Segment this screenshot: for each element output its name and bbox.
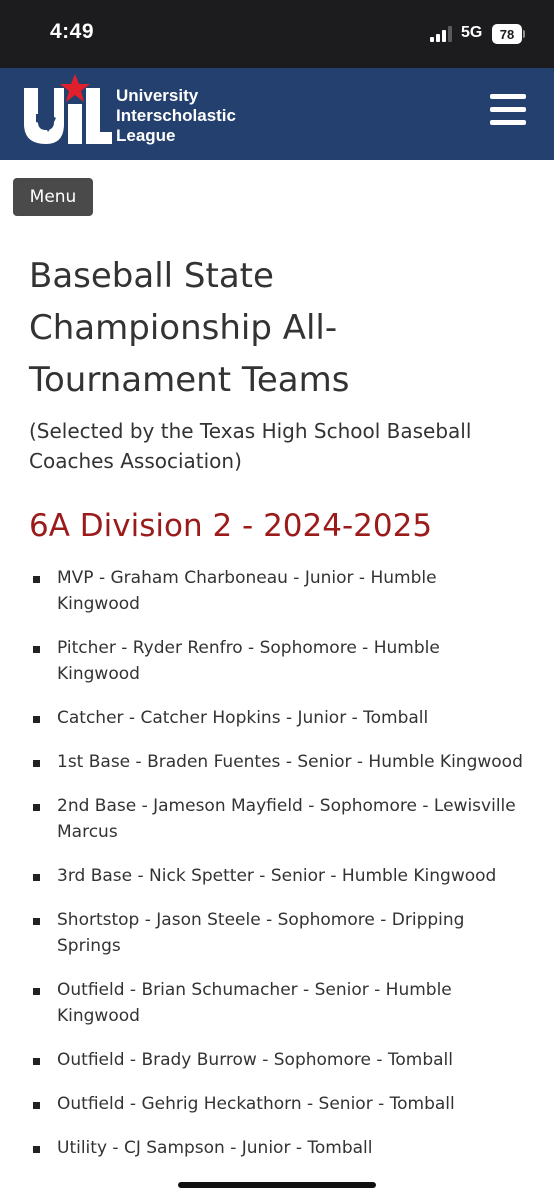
list-item-line: Catcher - Catcher Hopkins - Junior - Tom… [57,708,429,728]
bullet-icon [33,1058,40,1065]
list-item-line: Kingwood [57,594,140,614]
logo-line-league: League [116,126,176,145]
list-item-line: Springs [57,936,121,956]
list-item-text: MVP - Graham Charboneau - Junior - Humbl… [57,565,532,617]
status-time: 4:49 [50,20,95,43]
battery-tip [523,30,525,38]
page-subtitle-line: Coaches Association) [29,449,242,473]
home-indicator[interactable] [178,1182,376,1188]
hamburger-menu-icon[interactable] [490,94,526,126]
bullet-icon [33,1102,40,1109]
uil-logo-icon[interactable] [22,74,114,146]
list-item-text: 3rd Base - Nick Spetter - Senior - Humbl… [57,863,532,889]
bullet-icon [33,576,40,583]
page-title-line: Tournament Teams [29,360,350,400]
logo-wordmark: University Interscholastic League [116,86,236,146]
battery-level: 78 [492,24,522,44]
list-item-line: Kingwood [57,664,140,684]
list-item-line: Outfield - Gehrig Heckathorn - Senior - … [57,1094,455,1114]
network-type: 5G [461,24,483,41]
list-item-text: Outfield - Brady Burrow - Sophomore - To… [57,1047,532,1073]
bullet-icon [33,1146,40,1153]
status-bar: 4:49 5G 78 [0,0,554,68]
page-title: Baseball State Championship All- Tournam… [29,250,529,406]
bullet-icon [33,646,40,653]
site-header: University Interscholastic League [0,68,554,160]
list-item-text: Outfield - Gehrig Heckathorn - Senior - … [57,1091,532,1117]
logo-line-university: University [116,86,199,105]
list-item-line: Marcus [57,822,118,842]
list-item-text: Shortstop - Jason Steele - Sophomore - D… [57,907,532,959]
list-item-line: MVP - Graham Charboneau - Junior - Humbl… [57,568,437,588]
list-item-line: 3rd Base - Nick Spetter - Senior - Humbl… [57,866,497,886]
list-item-text: Utility - CJ Sampson - Junior - Tomball [57,1135,532,1161]
section-heading: 6A Division 2 - 2024-2025 [29,508,433,544]
bullet-icon [33,804,40,811]
list-item-text: 1st Base - Braden Fuentes - Senior - Hum… [57,749,532,775]
list-item-line: Outfield - Brian Schumacher - Senior - H… [57,980,452,1000]
bullet-icon [33,988,40,995]
list-item-line: Pitcher - Ryder Renfro - Sophomore - Hum… [57,638,440,658]
menu-button[interactable]: Menu [13,178,93,216]
bullet-icon [33,760,40,767]
list-item-line: 2nd Base - Jameson Mayfield - Sophomore … [57,796,516,816]
page-subtitle: (Selected by the Texas High School Baseb… [29,416,529,476]
list-item-line: Outfield - Brady Burrow - Sophomore - To… [57,1050,454,1070]
list-item-line: Kingwood [57,1006,140,1026]
bullet-icon [33,716,40,723]
list-item-line: Utility - CJ Sampson - Junior - Tomball [57,1138,373,1158]
battery-icon: 78 [492,24,525,44]
list-item-text: Catcher - Catcher Hopkins - Junior - Tom… [57,705,532,731]
bullet-icon [33,918,40,925]
page-title-line: Baseball State [29,256,274,296]
logo-line-interscholastic: Interscholastic [116,106,236,125]
list-item-text: Outfield - Brian Schumacher - Senior - H… [57,977,532,1029]
list-item-text: 2nd Base - Jameson Mayfield - Sophomore … [57,793,532,845]
list-item-line: 1st Base - Braden Fuentes - Senior - Hum… [57,752,523,772]
page-subtitle-line: (Selected by the Texas High School Baseb… [29,419,472,443]
page-title-line: Championship All- [29,308,338,348]
bullet-icon [33,874,40,881]
list-item-line: Shortstop - Jason Steele - Sophomore - D… [57,910,465,930]
cellular-signal-icon [430,26,452,42]
list-item-text: Pitcher - Ryder Renfro - Sophomore - Hum… [57,635,532,687]
